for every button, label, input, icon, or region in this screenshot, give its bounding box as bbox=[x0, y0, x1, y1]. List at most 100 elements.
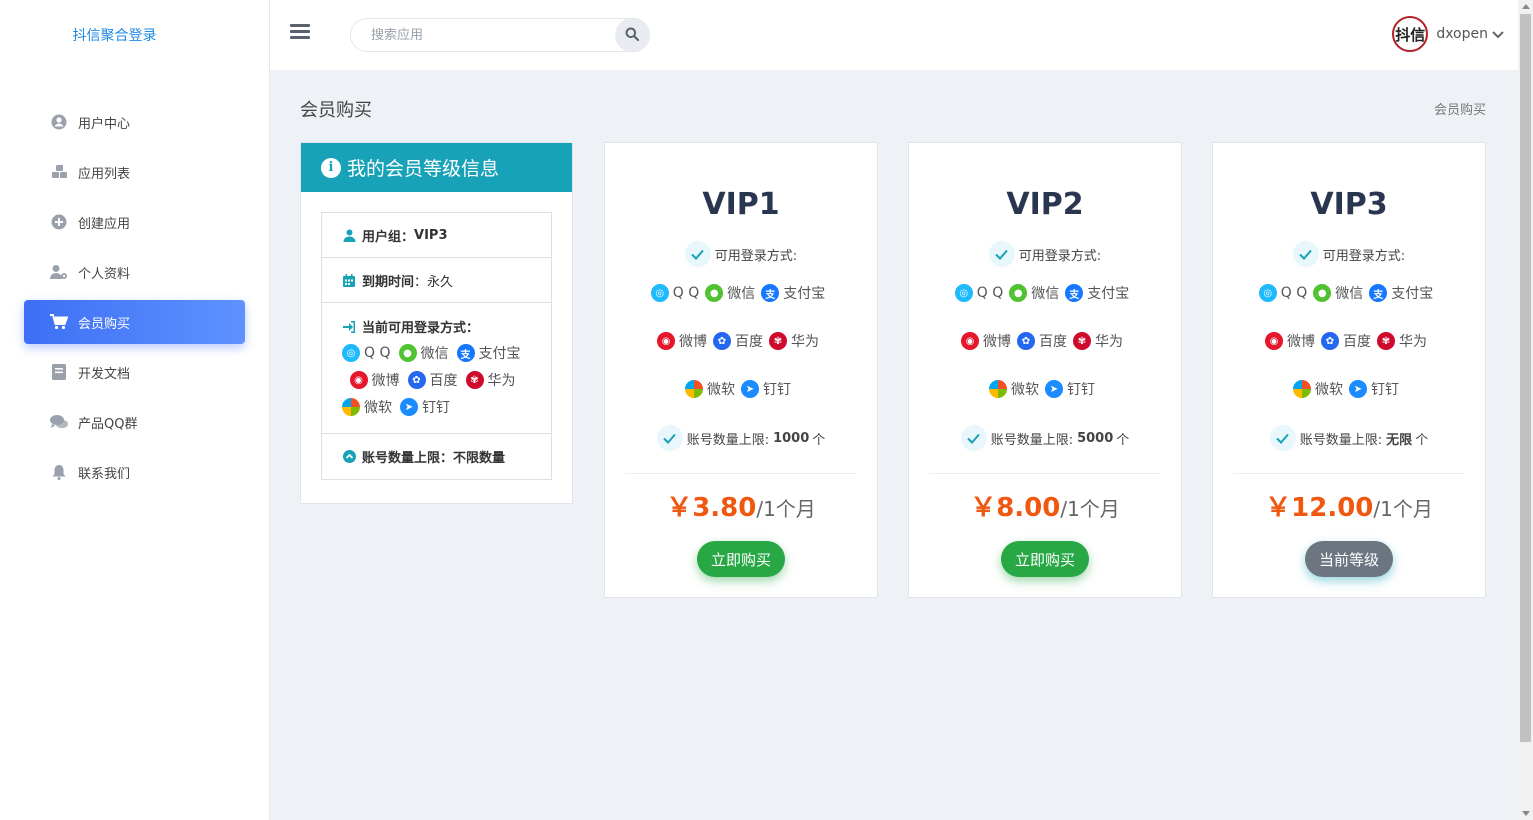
sidebar-item-create-app[interactable]: 创建应用 bbox=[24, 200, 245, 244]
expire-row: 到期时间 ：永久 bbox=[322, 258, 551, 303]
plan-limit-unit: 个 bbox=[1116, 432, 1130, 448]
sidebar-item-contact[interactable]: 联系我们 bbox=[24, 450, 245, 494]
divider bbox=[625, 473, 857, 474]
plan-limit-line: 账号数量上限: 1000 个 bbox=[605, 425, 877, 451]
method-weibo: ◉ 微博 bbox=[349, 370, 400, 390]
qq-icon: ◎ bbox=[650, 284, 669, 302]
scroll-thumb[interactable] bbox=[1520, 14, 1531, 742]
search-input[interactable] bbox=[351, 19, 615, 51]
plan-methods-row-3: 微软 ➤ 钉钉 bbox=[605, 379, 877, 399]
plan-card-vip2: VIP2 可用登录方式: ◎ Q Q ● 微信 支支付宝 ◉ 微博 ✿ 百度 ✾ 华为 微… bbox=[908, 142, 1182, 598]
page-scrollbar[interactable] bbox=[1518, 0, 1533, 820]
huawei-icon: ✾ bbox=[465, 371, 484, 389]
brand-logo[interactable]: 抖信聚合登录 bbox=[0, 0, 269, 70]
method-huawei: ✾ 华为 bbox=[769, 331, 819, 351]
plan-limit-label: 账号数量上限: bbox=[1299, 432, 1383, 448]
weibo-icon: ◉ bbox=[657, 332, 675, 350]
current-level-button[interactable]: 当前等级 bbox=[1304, 541, 1394, 577]
user-menu[interactable]: 抖信 dxopen bbox=[1392, 16, 1504, 52]
plan-title: VIP2 bbox=[1006, 187, 1084, 222]
check-icon bbox=[684, 241, 711, 267]
sidebar: 抖信聚合登录 用户中心 应用列表 创建应用 个人资料 会员购买 开发文档 产品Q… bbox=[0, 0, 270, 820]
method-huawei: ✾ 华为 bbox=[1073, 331, 1123, 351]
microsoft-icon bbox=[1293, 380, 1311, 398]
plan-price-period: /1个月 bbox=[1373, 497, 1433, 521]
microsoft-icon bbox=[342, 398, 360, 416]
account-limit-row: 账号数量上限： 不限数量 bbox=[322, 434, 551, 479]
plan-methods-line: 可用登录方式: bbox=[909, 241, 1181, 267]
sidebar-item-docs[interactable]: 开发文档 bbox=[24, 350, 245, 394]
huawei-icon: ✾ bbox=[769, 332, 787, 350]
plan-methods-row-1: ◎ Q Q ● 微信 支支付宝 bbox=[605, 283, 877, 303]
plan-limit-value: 无限 bbox=[1386, 432, 1413, 448]
method-baidu: ✿ 百度 bbox=[713, 331, 763, 351]
scroll-down-icon[interactable] bbox=[1522, 811, 1530, 816]
method-dingtalk: ➤ 钉钉 bbox=[400, 397, 450, 417]
scroll-up-icon[interactable] bbox=[1522, 4, 1530, 9]
method-baidu: ✿ 百度 bbox=[1321, 331, 1371, 351]
search-button[interactable] bbox=[615, 19, 649, 51]
huawei-icon: ✾ bbox=[1377, 332, 1395, 350]
check-icon bbox=[1269, 425, 1296, 451]
method-microsoft: 微软 bbox=[342, 397, 392, 417]
plan-price-period: /1个月 bbox=[756, 497, 816, 521]
plan-card-vip1: VIP1 可用登录方式: ◎ Q Q ● 微信 支支付宝 ◉ 微博 ✿ 百度 ✾ 华为 微… bbox=[604, 142, 878, 598]
user-cog-icon bbox=[50, 263, 68, 281]
plan-limit-value: 5000 bbox=[1077, 430, 1114, 446]
huawei-icon: ✾ bbox=[1073, 332, 1091, 350]
cart-icon bbox=[50, 313, 68, 331]
plan-price-amount: ￥3.80 bbox=[666, 493, 757, 523]
account-limit-label: 账号数量上限： bbox=[362, 451, 454, 466]
available-methods-row: 当前可用登录方式： ◎ Q Q ● 微信 支支付宝 ◉ 微博 ✿ 百度 ✾ 华为 微软 ➤… bbox=[322, 303, 551, 434]
method-weibo: ◉ 微博 bbox=[657, 331, 707, 351]
weibo-icon: ◉ bbox=[1265, 332, 1283, 350]
baidu-icon: ✿ bbox=[1017, 332, 1035, 350]
alipay-icon: 支 bbox=[761, 284, 780, 302]
bell-icon bbox=[50, 463, 68, 481]
buy-vip1-button[interactable]: 立即购买 bbox=[696, 541, 786, 577]
sidebar-item-qq-group[interactable]: 产品QQ群 bbox=[24, 400, 245, 444]
breadcrumb[interactable]: 会员购买 bbox=[1434, 99, 1486, 118]
divider bbox=[1233, 473, 1465, 474]
method-microsoft: 微软 bbox=[1293, 379, 1343, 399]
wechat-icon: ● bbox=[398, 344, 417, 362]
sidebar-item-profile[interactable]: 个人资料 bbox=[24, 250, 245, 294]
method-qq: ◎ Q Q bbox=[1258, 284, 1307, 302]
alipay-icon: 支 bbox=[456, 344, 475, 362]
membership-info-title: 我的会员等级信息 bbox=[347, 158, 500, 180]
sidebar-item-app-list[interactable]: 应用列表 bbox=[24, 150, 245, 194]
alipay-icon: 支 bbox=[1065, 284, 1084, 302]
method-huawei: ✾ 华为 bbox=[465, 370, 516, 390]
method-baidu: ✿ 百度 bbox=[1017, 331, 1067, 351]
plan-limit-value: 1000 bbox=[773, 430, 810, 446]
plan-methods-row-2: ◉ 微博 ✿ 百度 ✾ 华为 bbox=[1213, 331, 1485, 351]
plan-price-amount: ￥8.00 bbox=[970, 493, 1061, 523]
sidebar-item-label: 应用列表 bbox=[78, 166, 131, 182]
sidebar-item-user-center[interactable]: 用户中心 bbox=[24, 100, 245, 144]
buy-vip2-button[interactable]: 立即购买 bbox=[1000, 541, 1090, 577]
user-group-row: 用户组： VIP3 bbox=[322, 213, 551, 258]
user-circle-icon bbox=[50, 113, 68, 131]
plan-methods-row-1: ◎ Q Q ● 微信 支支付宝 bbox=[1213, 283, 1485, 303]
baidu-icon: ✿ bbox=[713, 332, 731, 350]
plan-price-amount: ￥12.00 bbox=[1265, 493, 1374, 523]
plan-methods-row-2: ◉ 微博 ✿ 百度 ✾ 华为 bbox=[605, 331, 877, 351]
divider bbox=[929, 473, 1161, 474]
check-icon bbox=[988, 241, 1015, 267]
plan-limit-unit: 个 bbox=[812, 432, 826, 448]
page-title: 会员购买 bbox=[300, 100, 372, 121]
sidebar-menu: 用户中心 应用列表 创建应用 个人资料 会员购买 开发文档 产品QQ群 联系我们 bbox=[0, 100, 269, 494]
baidu-icon: ✿ bbox=[407, 371, 426, 389]
expire-label: 到期时间 bbox=[362, 274, 415, 290]
menu-toggle-icon[interactable] bbox=[290, 24, 310, 44]
sidebar-item-label: 创建应用 bbox=[78, 216, 131, 232]
sidebar-item-label: 产品QQ群 bbox=[78, 416, 138, 432]
wechat-icon: ● bbox=[1313, 284, 1332, 302]
weibo-icon: ◉ bbox=[961, 332, 979, 350]
plan-methods-label: 可用登录方式: bbox=[1322, 248, 1406, 264]
avatar: 抖信 bbox=[1392, 16, 1429, 52]
sidebar-item-membership[interactable]: 会员购买 bbox=[24, 300, 245, 344]
plan-methods-row-1: ◎ Q Q ● 微信 支支付宝 bbox=[909, 283, 1181, 303]
plan-methods-label: 可用登录方式: bbox=[714, 248, 798, 264]
book-icon bbox=[50, 363, 68, 381]
